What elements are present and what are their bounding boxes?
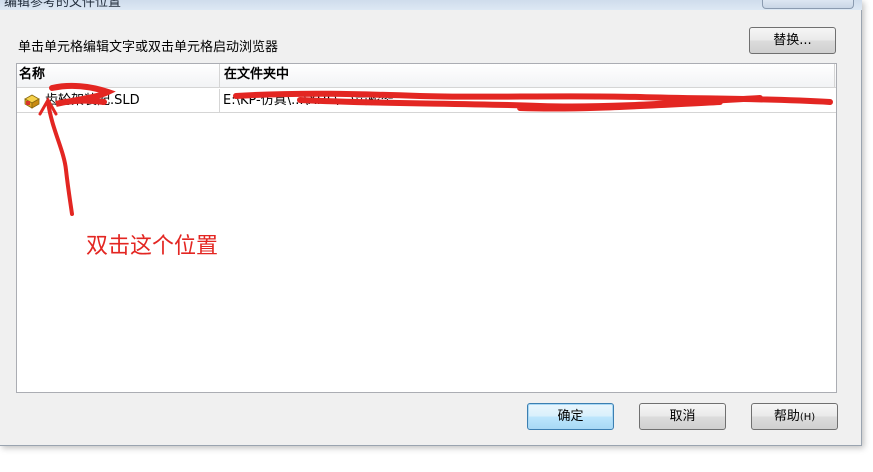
cell-folder-path[interactable]: E:\KP-仿真\...\XHL\...\齿轮架 — [220, 89, 835, 112]
cell-file-name[interactable]: 齿轮架装配.SLD — [17, 89, 220, 112]
cancel-button[interactable]: 取消 — [639, 403, 726, 430]
close-button[interactable] — [762, 0, 854, 9]
help-button[interactable]: 帮助(H) — [751, 403, 838, 430]
help-accelerator: (H) — [799, 412, 816, 423]
file-name-text: 齿轮架装配.SLD — [45, 93, 140, 108]
window-title: 编辑参考的文件位置 — [4, 0, 122, 10]
column-header-name[interactable]: 名称 — [17, 64, 220, 88]
table-row[interactable]: 齿轮架装配.SLD E:\KP-仿真\...\XHL\...\齿轮架 — [17, 89, 836, 113]
ok-button[interactable]: 确定 — [527, 403, 614, 430]
title-bar: 编辑参考的文件位置 — [0, 0, 862, 10]
annotation-text: 双击这个位置 — [86, 234, 219, 259]
assembly-file-icon — [24, 94, 40, 109]
edit-reference-dialog: 编辑参考的文件位置 单击单元格编辑文字或双击单元格启动浏览器 替换... 名称 … — [0, 0, 862, 446]
column-header-folder[interactable]: 在文件夹中 — [220, 64, 835, 88]
instruction-text: 单击单元格编辑文字或双击单元格启动浏览器 — [18, 40, 279, 55]
help-label: 帮助 — [773, 409, 800, 424]
list-header: 名称 在文件夹中 — [17, 64, 836, 88]
replace-button[interactable]: 替换... — [749, 27, 836, 54]
